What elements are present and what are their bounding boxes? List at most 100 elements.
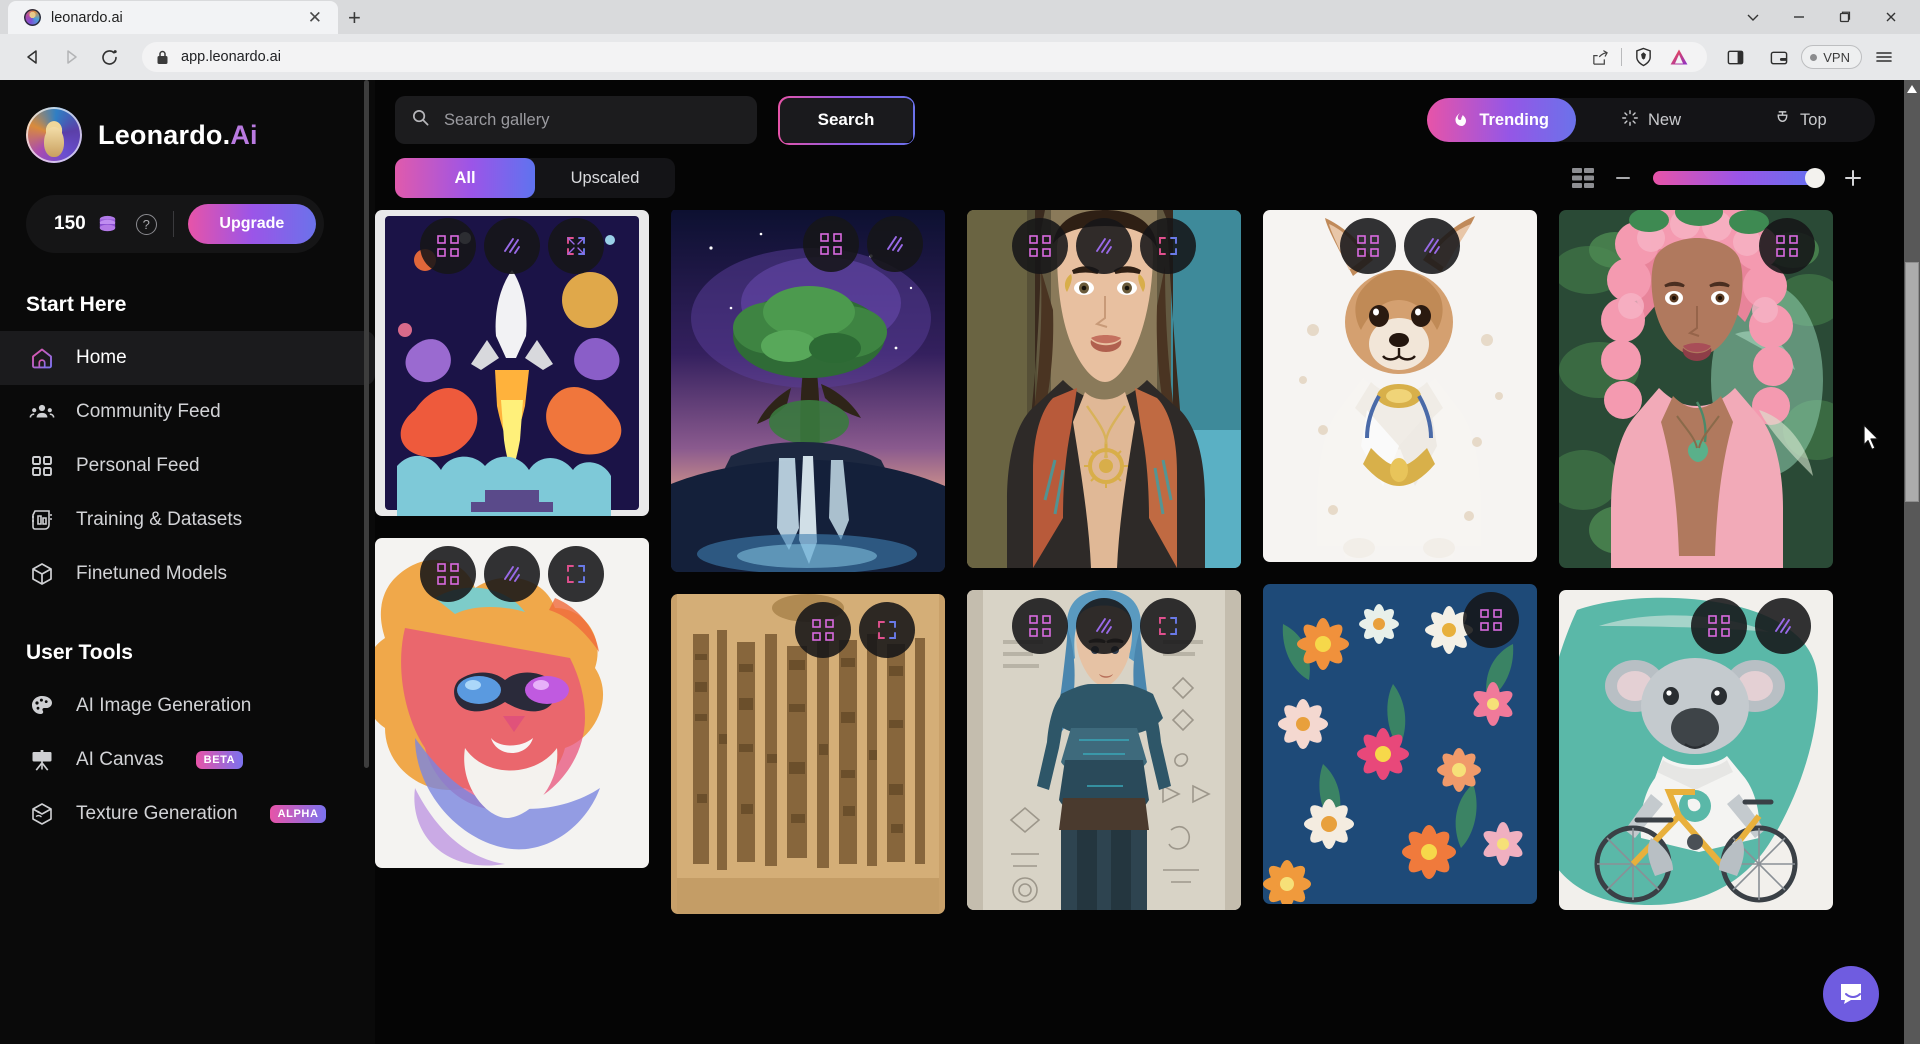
variations-icon[interactable]	[1012, 218, 1068, 274]
search-input[interactable]: Search gallery	[395, 96, 757, 144]
sidebar-item-community-feed[interactable]: Community Feed	[0, 385, 375, 439]
motion-icon[interactable]	[1076, 598, 1132, 654]
colorful-lion-sunglasses[interactable]	[375, 538, 649, 868]
tab-upscaled[interactable]: Upscaled	[535, 158, 675, 198]
coins-icon	[95, 213, 120, 235]
filter-tabs: All Upscaled	[395, 158, 675, 198]
plus-icon[interactable]: +	[348, 7, 361, 34]
close-icon[interactable]	[1868, 0, 1914, 34]
tab-all[interactable]: All	[395, 158, 535, 198]
share-icon[interactable]	[1582, 42, 1618, 72]
page-scrollbar-thumb[interactable]	[1905, 262, 1919, 502]
card-actions	[1012, 598, 1196, 654]
variations-icon[interactable]	[1463, 592, 1519, 648]
brand-logo-area[interactable]: Leonardo.Ai	[0, 80, 375, 163]
zoom-in-button[interactable]	[1831, 160, 1875, 196]
variations-icon[interactable]	[1012, 598, 1068, 654]
back-arrow-icon[interactable]	[14, 38, 52, 76]
scroll-up-arrow-icon[interactable]	[1904, 80, 1920, 98]
motion-icon[interactable]	[1076, 218, 1132, 274]
hamburger-menu-icon[interactable]	[1862, 38, 1906, 76]
sidebar-panel-icon[interactable]	[1713, 38, 1757, 76]
search-button[interactable]: Search	[779, 97, 913, 143]
blue-haired-fantasy-warrior[interactable]	[967, 590, 1241, 910]
close-icon[interactable]: ✕	[304, 7, 326, 28]
brave-rewards-icon[interactable]	[1661, 42, 1697, 72]
expand-icon[interactable]	[548, 218, 604, 274]
chihuahua-watercolor[interactable]	[1263, 210, 1537, 562]
address-bar-actions	[1582, 42, 1697, 72]
variations-icon[interactable]	[803, 216, 859, 272]
grid-layout-icon[interactable]	[1565, 160, 1601, 196]
motion-icon[interactable]	[1404, 218, 1460, 274]
fantasy-tree-waterfall-galaxy[interactable]	[671, 210, 945, 572]
pink-hair-fairy-portrait[interactable]	[1559, 210, 1833, 568]
rocket-launch-illustration[interactable]	[375, 210, 649, 516]
reload-icon[interactable]	[90, 38, 128, 76]
sidebar: Leonardo.Ai 150 ? Upgrade Start Here Hom…	[0, 80, 375, 1044]
brave-shields-icon[interactable]	[1625, 42, 1661, 72]
intercom-chat-icon[interactable]	[1823, 966, 1879, 1022]
expand-icon[interactable]	[548, 546, 604, 602]
tab-trending[interactable]: Trending	[1427, 98, 1577, 142]
credit-amount: 150	[54, 213, 86, 234]
vpn-button[interactable]: VPN	[1801, 45, 1862, 69]
sort-tabs: Trending New Top	[1427, 98, 1875, 142]
variations-icon[interactable]	[1340, 218, 1396, 274]
easel-icon	[28, 746, 56, 774]
sidebar-item-training-datasets[interactable]: Training & Datasets	[0, 493, 375, 547]
sidebar-scrollbar-thumb[interactable]	[364, 80, 369, 768]
card-actions	[420, 546, 604, 602]
vpn-label: VPN	[1823, 49, 1850, 65]
chevron-down-icon[interactable]	[1730, 0, 1776, 34]
motion-icon[interactable]	[484, 546, 540, 602]
credits-bar: 150 ? Upgrade	[26, 195, 324, 253]
thumbnail-size-slider[interactable]	[1653, 168, 1825, 188]
tab-new[interactable]: New	[1576, 98, 1725, 142]
motion-icon[interactable]	[867, 216, 923, 272]
sidebar-item-personal-feed[interactable]: Personal Feed	[0, 439, 375, 493]
maximize-icon[interactable]	[1822, 0, 1868, 34]
upgrade-button[interactable]: Upgrade	[187, 204, 316, 244]
motion-icon[interactable]	[484, 218, 540, 274]
variations-icon[interactable]	[1691, 598, 1747, 654]
sidebar-item-ai-image-generation[interactable]: AI Image Generation	[0, 679, 375, 733]
floral-pattern-tile[interactable]	[1263, 584, 1537, 904]
address-bar[interactable]: app.leonardo.ai	[142, 42, 1708, 72]
minimize-icon[interactable]	[1776, 0, 1822, 34]
expand-icon[interactable]	[859, 602, 915, 658]
egyptian-hieroglyph-scroll[interactable]	[671, 594, 945, 914]
web-page: Leonardo.Ai 150 ? Upgrade Start Here Hom…	[0, 80, 1920, 1044]
browser-tab[interactable]: leonardo.ai ✕	[8, 1, 338, 34]
wallet-icon[interactable]	[1757, 38, 1801, 76]
page-scrollbar[interactable]	[1904, 80, 1920, 1044]
card-actions	[803, 216, 923, 272]
card-actions	[1691, 598, 1811, 654]
variations-icon[interactable]	[420, 218, 476, 274]
motion-icon[interactable]	[1755, 598, 1811, 654]
variations-icon[interactable]	[795, 602, 851, 658]
trophy-icon	[1774, 109, 1791, 132]
sidebar-scrollbar[interactable]	[364, 80, 369, 1044]
expand-icon[interactable]	[1140, 218, 1196, 274]
texture-cube-icon	[28, 800, 56, 828]
koala-on-bicycle[interactable]	[1559, 590, 1833, 910]
sidebar-item-ai-canvas[interactable]: AI Canvas BETA	[0, 733, 375, 787]
expand-icon[interactable]	[1140, 598, 1196, 654]
tab-label: New	[1647, 110, 1681, 129]
zoom-out-button[interactable]	[1601, 160, 1645, 196]
tab-title: leonardo.ai	[51, 9, 123, 26]
sidebar-item-texture-generation[interactable]: Texture Generation ALPHA	[0, 787, 375, 841]
tab-top[interactable]: Top	[1726, 98, 1875, 142]
help-circle-icon[interactable]: ?	[135, 213, 157, 235]
search-placeholder: Search gallery	[444, 110, 550, 129]
forward-arrow-icon[interactable]	[52, 38, 90, 76]
slider-knob[interactable]	[1805, 168, 1825, 188]
variations-icon[interactable]	[420, 546, 476, 602]
portrait-woman-boho-necklace[interactable]	[967, 210, 1241, 568]
sidebar-item-home[interactable]: Home	[0, 331, 375, 385]
sidebar-item-label: AI Image Generation	[76, 695, 252, 716]
variations-icon[interactable]	[1759, 218, 1815, 274]
sidebar-item-finetuned-models[interactable]: Finetuned Models	[0, 547, 375, 601]
training-chip-icon	[28, 506, 56, 534]
